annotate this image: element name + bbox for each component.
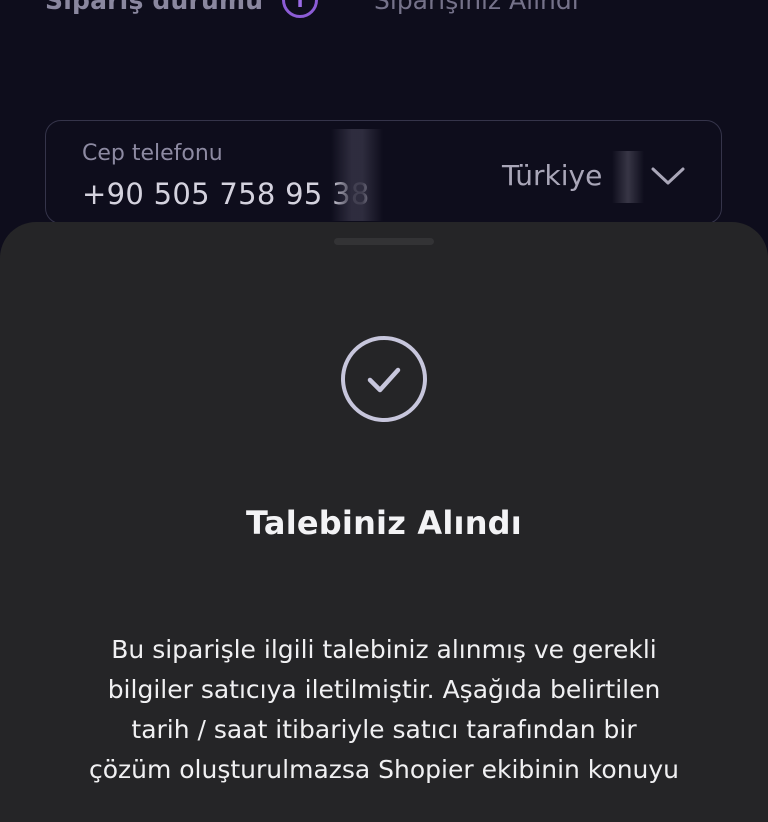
redaction-blur <box>331 129 383 221</box>
message-line: tarih / saat itibariyle satıcı tarafında… <box>131 715 637 744</box>
phone-label: Cep telefonu <box>82 141 223 166</box>
country-select-value[interactable]: Türkiye <box>502 159 602 192</box>
order-status-row: Sipariş durumu i Siparişiniz Alındı <box>0 0 768 36</box>
order-status-value: Siparişiniz Alındı <box>374 0 579 15</box>
bottom-sheet: Talebiniz Alındı Bu siparişle ilgili tal… <box>0 222 768 822</box>
sheet-drag-handle[interactable] <box>334 238 434 245</box>
phone-number-value[interactable]: +90 505 758 95 38 <box>82 177 370 211</box>
order-status-label: Sipariş durumu <box>45 0 264 15</box>
phone-field[interactable]: Cep telefonu +90 505 758 95 38 Türkiye <box>45 120 722 224</box>
sheet-title: Talebiniz Alındı <box>246 504 522 542</box>
message-line: çözüm oluşturulmazsa Shopier ekibinin ko… <box>88 755 680 784</box>
sheet-message: Bu siparişle ilgili talebiniz alınmış ve… <box>40 630 728 790</box>
info-icon[interactable]: i <box>282 0 318 18</box>
chevron-down-icon[interactable] <box>650 165 686 187</box>
redaction-blur <box>612 151 644 203</box>
message-line: bilgiler satıcıya iletilmiştir. Aşağıda … <box>107 675 661 704</box>
check-circle-icon <box>341 336 427 422</box>
message-line: Bu siparişle ilgili talebiniz alınmış ve… <box>111 635 657 664</box>
